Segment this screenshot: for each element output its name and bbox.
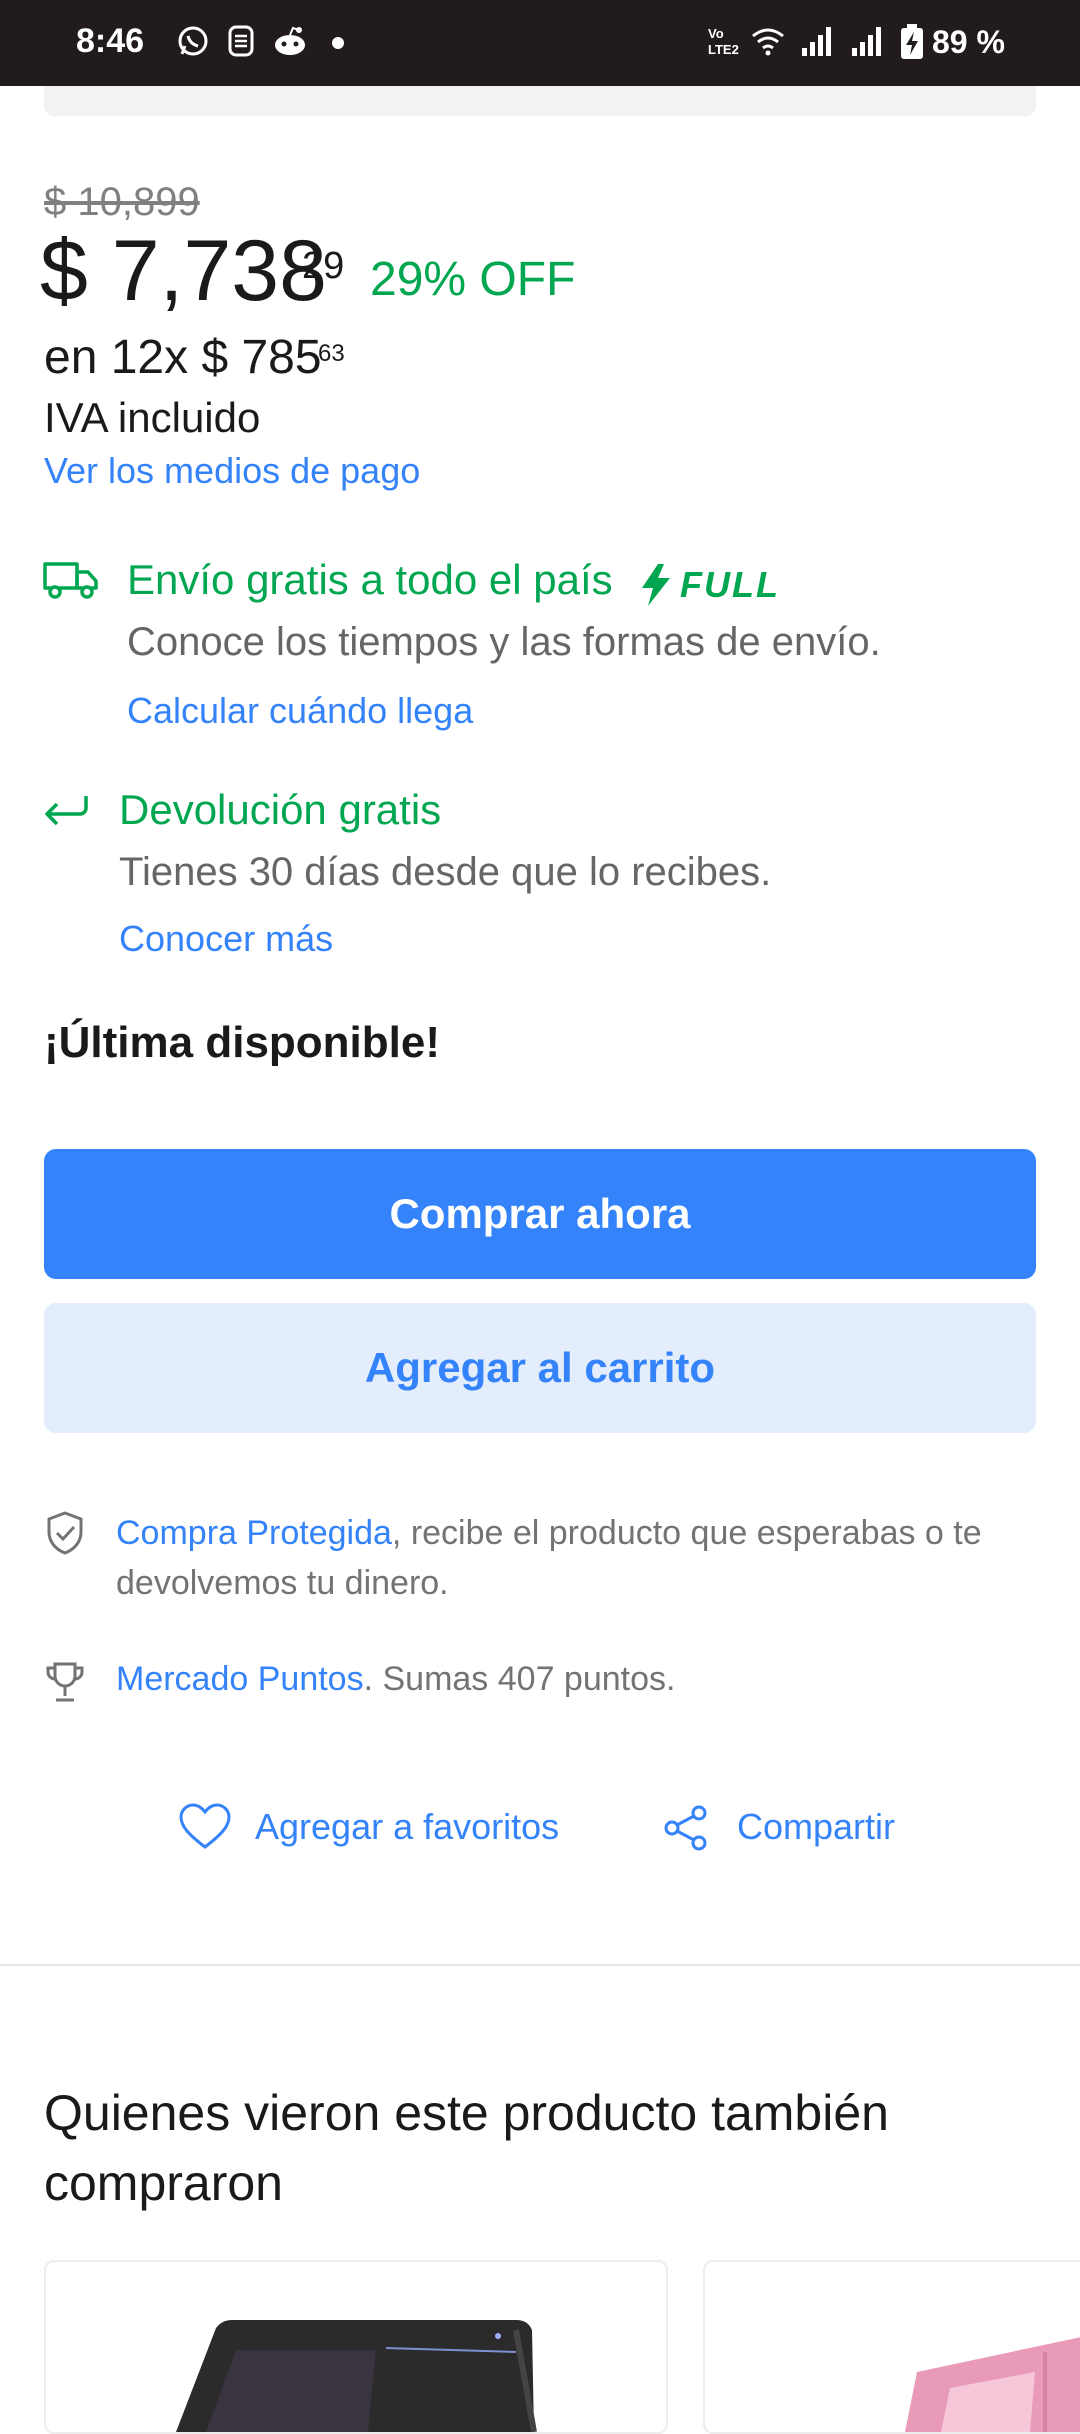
payment-methods-link[interactable]: Ver los medios de pago: [44, 450, 420, 492]
volte-icon: Vo LTE2: [708, 26, 739, 57]
wifi-icon: [752, 28, 784, 56]
section-divider: [0, 1964, 1080, 1966]
installment-cents: 63: [318, 340, 345, 367]
status-bar: 8:46 Vo LTE2 89 %: [0, 0, 1080, 86]
buy-now-button[interactable]: Comprar ahora: [44, 1149, 1036, 1279]
dot-icon: [332, 37, 344, 49]
svg-text:LTE2: LTE2: [708, 42, 739, 57]
tax-note: IVA incluido: [44, 394, 261, 441]
share-icon[interactable]: [662, 1804, 710, 1852]
trophy-icon: [46, 1662, 84, 1702]
returns-subtitle: Tienes 30 días desde que lo recibes.: [119, 850, 772, 894]
reddit-icon: [275, 26, 305, 55]
stock-label: ¡Última disponible!: [44, 1018, 440, 1067]
signal-icon: [852, 27, 881, 56]
points-description: . Sumas 407 puntos.: [363, 1660, 676, 1698]
original-price: $ 10,899: [44, 180, 200, 224]
points-text: Mercado Puntos. Sumas 407 puntos.: [116, 1660, 675, 1699]
notification-icon: [228, 25, 254, 57]
shipping-subtitle: Conoce los tiempos y las formas de envío…: [127, 620, 881, 664]
learn-more-link[interactable]: Conocer más: [119, 918, 333, 960]
status-time: 8:46: [76, 22, 145, 60]
truck-icon: [43, 562, 98, 599]
mercado-puntos-link[interactable]: Mercado Puntos: [116, 1660, 364, 1698]
signal-icon: [802, 27, 831, 56]
price-cents: 29: [302, 245, 345, 287]
recommendations-title: Quienes vieron este producto también com…: [44, 2085, 889, 2211]
shield-check-icon: [47, 1511, 83, 1555]
heart-icon[interactable]: [178, 1802, 232, 1852]
return-arrow-icon: [45, 796, 88, 826]
product-image: [176, 2320, 537, 2432]
svg-text:Vo: Vo: [708, 26, 724, 41]
calculate-arrival-link[interactable]: Calcular cuándo llega: [127, 690, 473, 732]
add-to-cart-button[interactable]: Agregar al carrito: [44, 1303, 1036, 1433]
current-price: $ 7,738: [40, 223, 327, 319]
protected-purchase-link[interactable]: Compra Protegida: [116, 1514, 392, 1552]
installments-text: en 12x $ 785: [44, 331, 322, 384]
returns-title: Devolución gratis: [119, 786, 442, 833]
share-link[interactable]: Compartir: [737, 1806, 895, 1848]
protected-purchase-text: Compra Protegida, recibe el producto que…: [116, 1508, 1036, 1608]
shipping-title: Envío gratis a todo el país: [127, 556, 613, 603]
battery-level: 89 %: [932, 24, 1005, 60]
lightning-icon: [642, 564, 670, 606]
battery-charging-icon: [901, 24, 923, 59]
gallery-card-bottom: [44, 86, 1036, 116]
discount-badge: 29% OFF: [370, 253, 576, 306]
add-to-favorites-link[interactable]: Agregar a favoritos: [255, 1806, 559, 1848]
product-image: [905, 2337, 1080, 2432]
whatsapp-icon: [178, 26, 208, 56]
full-badge: FULL: [680, 564, 780, 605]
